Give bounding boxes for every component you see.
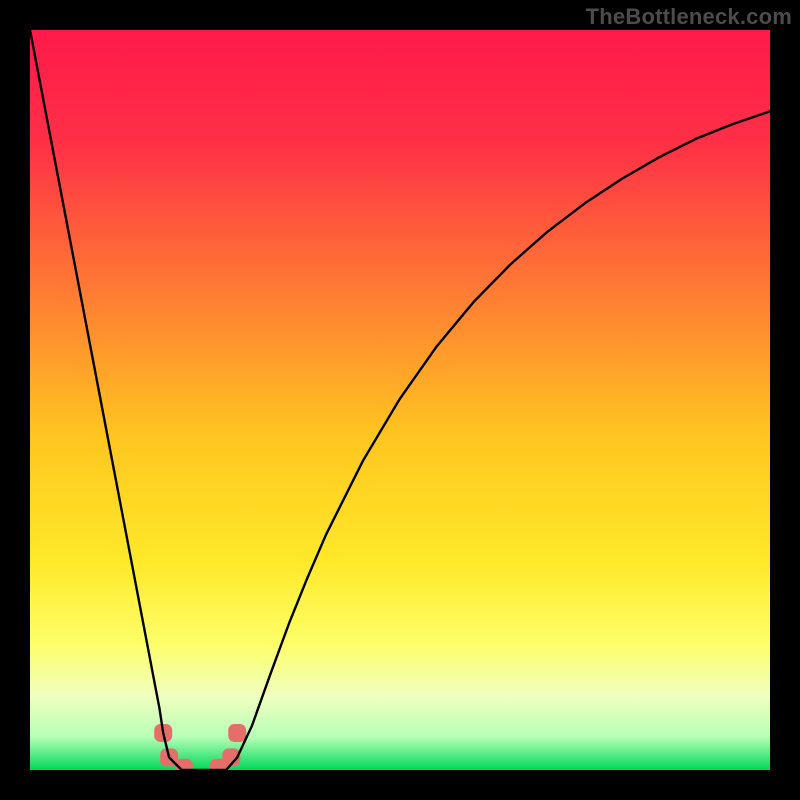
plot-area [30, 30, 770, 770]
chart-svg [30, 30, 770, 770]
curve-marker [228, 724, 246, 742]
chart-frame: TheBottleneck.com [0, 0, 800, 800]
watermark: TheBottleneck.com [586, 4, 792, 30]
